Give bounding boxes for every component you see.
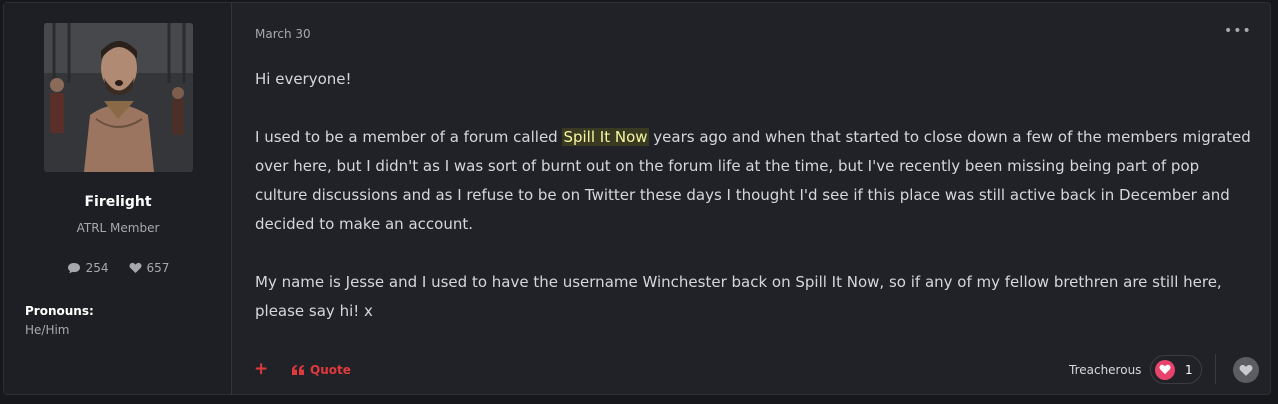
quote-label: Quote: [310, 363, 351, 377]
reputation-stat: 657: [129, 261, 170, 275]
author-name[interactable]: Firelight: [4, 194, 232, 210]
author-panel: Firelight ATRL Member 254 657 Pronouns: …: [4, 3, 232, 394]
pronouns-value: He/Him: [25, 323, 70, 337]
multiquote-add-button[interactable]: +: [254, 359, 268, 379]
reaction-count: 1: [1185, 362, 1193, 377]
divider: [1215, 354, 1216, 384]
react-button[interactable]: [1233, 357, 1259, 383]
post-count-stat: 254: [67, 261, 109, 275]
reaction-label[interactable]: Treacherous: [1069, 363, 1141, 377]
forum-mention-link[interactable]: Spill It Now: [562, 128, 649, 146]
post-body: Hi everyone! I used to be a member of a …: [255, 65, 1255, 355]
heart-outline-icon: [1239, 364, 1253, 376]
quote-marks-icon: [292, 365, 304, 375]
heart-icon: [1155, 359, 1175, 380]
heart-icon: [129, 262, 141, 273]
post-text: I used to be a member of a forum called: [255, 128, 563, 146]
more-options-icon[interactable]: •••: [1224, 23, 1252, 39]
post-paragraph: My name is Jesse and I used to have the …: [255, 273, 1222, 320]
post-paragraph: I used to be a member of a forum called …: [255, 123, 1255, 239]
author-rank: ATRL Member: [76, 221, 160, 235]
post-date[interactable]: March 30: [255, 27, 311, 41]
post-count: 254: [85, 261, 109, 275]
forum-post: Firelight ATRL Member 254 657 Pronouns: …: [3, 2, 1271, 395]
reputation-count: 657: [146, 261, 170, 275]
comment-icon: [67, 263, 80, 274]
post-paragraph: Hi everyone!: [255, 70, 352, 88]
quote-button[interactable]: Quote: [292, 363, 351, 377]
pronouns-label: Pronouns:: [25, 304, 94, 318]
author-avatar[interactable]: [44, 23, 193, 172]
reaction-summary[interactable]: 1: [1150, 355, 1202, 384]
author-stats: 254 657: [4, 261, 232, 275]
